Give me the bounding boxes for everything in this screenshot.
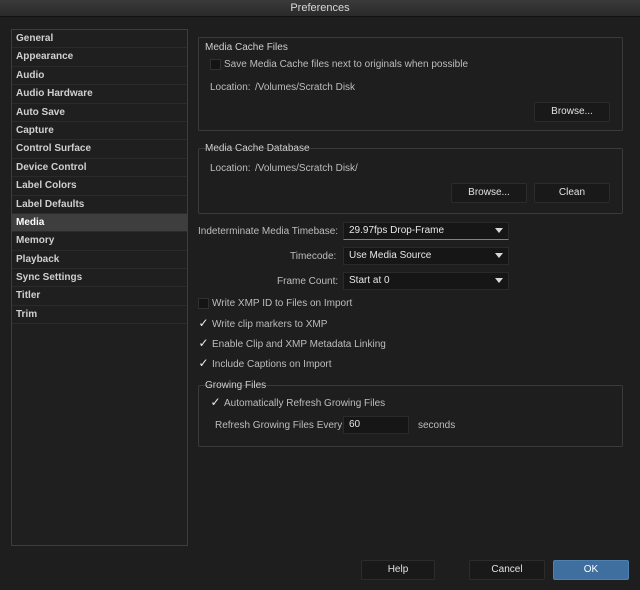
- ok-button[interactable]: OK: [553, 560, 629, 580]
- help-button[interactable]: Help: [361, 560, 435, 580]
- timebase-dropdown[interactable]: 29.97fps Drop-Frame: [343, 222, 509, 240]
- timebase-value: 29.97fps Drop-Frame: [349, 225, 445, 236]
- include-captions-label: Include Captions on Import: [212, 359, 332, 370]
- check-icon[interactable]: ✓: [210, 396, 221, 409]
- sidebar-item-playback[interactable]: Playback: [12, 251, 187, 270]
- write-clip-markers-label: Write clip markers to XMP: [212, 319, 328, 330]
- sidebar-item-capture[interactable]: Capture: [12, 122, 187, 141]
- sidebar-item-memory[interactable]: Memory: [12, 232, 187, 251]
- cache-files-location-label: Location:: [210, 82, 251, 93]
- timebase-label: Indeterminate Media Timebase:: [198, 226, 339, 237]
- growing-files-title: Growing Files: [205, 380, 267, 391]
- media-cache-database-group: [198, 148, 623, 214]
- write-xmp-id-label: Write XMP ID to Files on Import: [212, 298, 353, 309]
- media-cache-files-title: Media Cache Files: [205, 42, 288, 53]
- sidebar-item-general[interactable]: General: [12, 30, 187, 49]
- sidebar-item-media[interactable]: Media: [12, 213, 187, 233]
- cache-database-location-value: /Volumes/Scratch Disk/: [255, 163, 358, 174]
- sidebar-item-titler[interactable]: Titler: [12, 287, 187, 306]
- timecode-label: Timecode:: [290, 251, 337, 262]
- chevron-down-icon: [495, 278, 503, 283]
- sidebar-item-label-colors[interactable]: Label Colors: [12, 177, 187, 196]
- preferences-category-list[interactable]: General Appearance Audio Audio Hardware …: [11, 29, 188, 546]
- save-cache-next-to-originals-checkbox[interactable]: [210, 59, 221, 70]
- frame-count-label: Frame Count:: [277, 276, 339, 287]
- cache-database-location-label: Location:: [210, 163, 251, 174]
- refresh-interval-input[interactable]: 60: [343, 416, 409, 434]
- write-xmp-id-checkbox[interactable]: [198, 298, 209, 309]
- cache-database-clean-button[interactable]: Clean: [534, 183, 610, 203]
- cache-files-browse-button[interactable]: Browse...: [534, 102, 610, 122]
- refresh-interval-label: Refresh Growing Files Every: [215, 420, 343, 431]
- sidebar-item-sync-settings[interactable]: Sync Settings: [12, 269, 187, 288]
- timecode-dropdown[interactable]: Use Media Source: [343, 247, 509, 265]
- sidebar-item-trim[interactable]: Trim: [12, 306, 187, 325]
- cancel-button[interactable]: Cancel: [469, 560, 545, 580]
- timecode-value: Use Media Source: [349, 250, 432, 261]
- window-title: Preferences: [0, 0, 640, 17]
- check-icon[interactable]: ✓: [198, 357, 209, 370]
- sidebar-item-control-surface[interactable]: Control Surface: [12, 140, 187, 159]
- chevron-down-icon: [495, 228, 503, 233]
- sidebar-item-appearance[interactable]: Appearance: [12, 48, 187, 67]
- check-icon[interactable]: ✓: [198, 337, 209, 350]
- growing-files-group: [198, 385, 623, 447]
- media-cache-database-title: Media Cache Database: [205, 143, 310, 154]
- sidebar-item-audio-hardware[interactable]: Audio Hardware: [12, 85, 187, 104]
- frame-count-value: Start at 0: [349, 275, 390, 286]
- auto-refresh-growing-files-label: Automatically Refresh Growing Files: [224, 398, 386, 409]
- cache-files-location-value: /Volumes/Scratch Disk: [255, 82, 356, 93]
- save-cache-next-to-originals-label: Save Media Cache files next to originals…: [224, 59, 469, 70]
- sidebar-item-device-control[interactable]: Device Control: [12, 159, 187, 178]
- chevron-down-icon: [495, 253, 503, 258]
- enable-metadata-linking-label: Enable Clip and XMP Metadata Linking: [212, 339, 386, 350]
- check-icon[interactable]: ✓: [198, 317, 209, 330]
- sidebar-item-label-defaults[interactable]: Label Defaults: [12, 196, 187, 214]
- sidebar-item-audio[interactable]: Audio: [12, 67, 187, 86]
- frame-count-dropdown[interactable]: Start at 0: [343, 272, 509, 290]
- sidebar-item-auto-save[interactable]: Auto Save: [12, 104, 187, 122]
- cache-database-browse-button[interactable]: Browse...: [451, 183, 527, 203]
- refresh-interval-unit: seconds: [418, 420, 456, 431]
